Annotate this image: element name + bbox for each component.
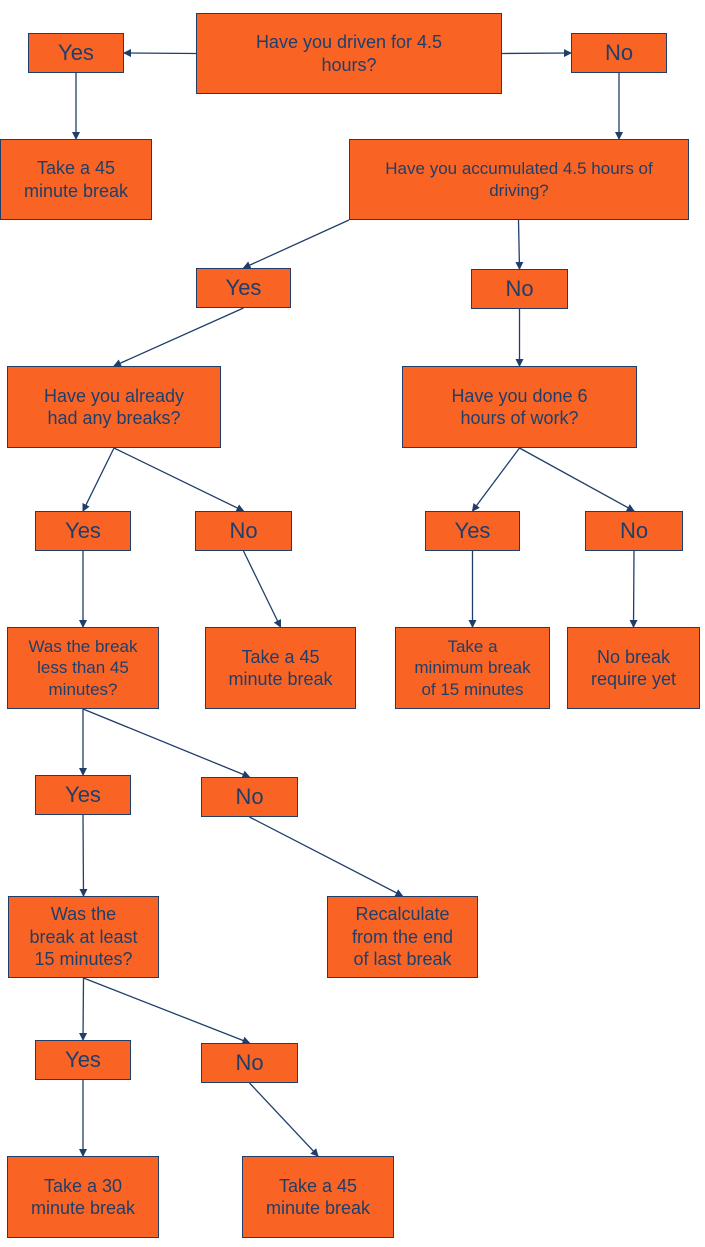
node-text: Yes — [65, 518, 101, 544]
node-text: Take a 45 minute break — [23, 158, 129, 201]
result-take-45-minute-break: Take a 45 minute break — [205, 627, 356, 709]
node-text: Was the break at least 15 minutes? — [29, 904, 138, 970]
node-text: Have you accumulated 4.5 hours of drivin… — [385, 159, 653, 200]
result-take-45-minute-break: Take a 45 minute break — [242, 1156, 394, 1238]
answer-yes: Yes — [35, 511, 131, 551]
node-text: Yes — [65, 1047, 101, 1073]
connector-q5-to-q5_no — [82, 708, 251, 779]
connector-q5_yes-to-q6 — [79, 814, 88, 897]
answer-yes: Yes — [196, 268, 291, 308]
node-text: Take a 30 minute break — [30, 1175, 136, 1219]
answer-no: No — [201, 1043, 298, 1083]
node-text: Recalculate from the end of last break — [351, 904, 454, 970]
connector-q4_no-to-r_q4_no — [629, 550, 638, 628]
node-text: Have you already had any breaks? — [43, 385, 185, 429]
question-break-less-than-45: Was the break less than 45 minutes? — [7, 627, 159, 709]
node-text: No — [229, 518, 258, 544]
flowchart: Have you driven for 4.5 hours? Yes No Ta… — [0, 0, 705, 1247]
question-driven-4-5-hours: Have you driven for 4.5 hours? — [196, 13, 502, 94]
node-text: Have you driven for 4.5 hours? — [255, 32, 443, 75]
connector-q3-to-q3_no — [113, 447, 245, 512]
node-text: Have you done 6 hours of work? — [451, 385, 588, 429]
node-text: No break require yet — [590, 646, 677, 690]
connector-q6-to-q6_no — [83, 977, 251, 1045]
node-text: Take a 45 minute break — [228, 646, 333, 690]
answer-yes: Yes — [35, 775, 131, 815]
node-text: Yes — [58, 40, 94, 66]
answer-no: No — [201, 777, 298, 817]
result-take-30-minute-break: Take a 30 minute break — [7, 1156, 159, 1238]
connector-q5_no-to-r_q5_no — [249, 816, 404, 897]
connector-q6_no-to-r_q6_no — [249, 1082, 319, 1157]
node-text: No — [604, 40, 634, 66]
connector-q2-to-q2_yes — [242, 219, 350, 269]
connector-q1-to-q1_no — [501, 49, 572, 58]
node-text: Yes — [454, 518, 491, 544]
answer-no: No — [585, 511, 683, 551]
connector-q4-to-q4_no — [519, 447, 635, 512]
node-text: No — [235, 784, 264, 810]
node-text: Yes — [225, 275, 262, 301]
node-text: No — [619, 518, 649, 544]
answer-yes: Yes — [35, 1040, 131, 1080]
node-text: Take a 45 minute break — [265, 1175, 371, 1219]
result-minimum-break-15-minutes: Take a minimum break of 15 minutes — [395, 627, 550, 709]
connector-q2_yes-to-q3 — [113, 307, 244, 367]
result-recalculate-from-last-break: Recalculate from the end of last break — [327, 896, 478, 978]
result-no-break-required-yet: No break require yet — [567, 627, 700, 709]
answer-no: No — [571, 33, 667, 73]
node-text: Yes — [65, 782, 101, 808]
connector-q3_no-to-r_q3_no — [242, 550, 282, 628]
connector-q6-to-q6_yes — [79, 977, 88, 1041]
node-text: No — [505, 276, 534, 302]
answer-yes: Yes — [425, 511, 520, 551]
question-accumulated-4-5-hours: Have you accumulated 4.5 hours of drivin… — [349, 139, 689, 220]
answer-yes: Yes — [28, 33, 124, 73]
question-done-6-hours-work: Have you done 6 hours of work? — [402, 366, 637, 448]
connector-q1-to-q1_yes — [123, 49, 197, 58]
question-break-at-least-15: Was the break at least 15 minutes? — [8, 896, 159, 978]
node-text: Take a minimum break of 15 minutes — [414, 637, 531, 699]
connector-q3-to-q3_yes — [82, 447, 115, 512]
question-already-had-breaks: Have you already had any breaks? — [7, 366, 221, 448]
connector-q4-to-q4_yes — [471, 447, 521, 512]
node-text: No — [235, 1050, 264, 1076]
answer-no: No — [195, 511, 292, 551]
node-text: Was the break less than 45 minutes? — [28, 637, 138, 699]
connector-q2-to-q2_no — [515, 219, 524, 270]
result-take-45-minute-break: Take a 45 minute break — [0, 139, 152, 220]
answer-no: No — [471, 269, 568, 309]
